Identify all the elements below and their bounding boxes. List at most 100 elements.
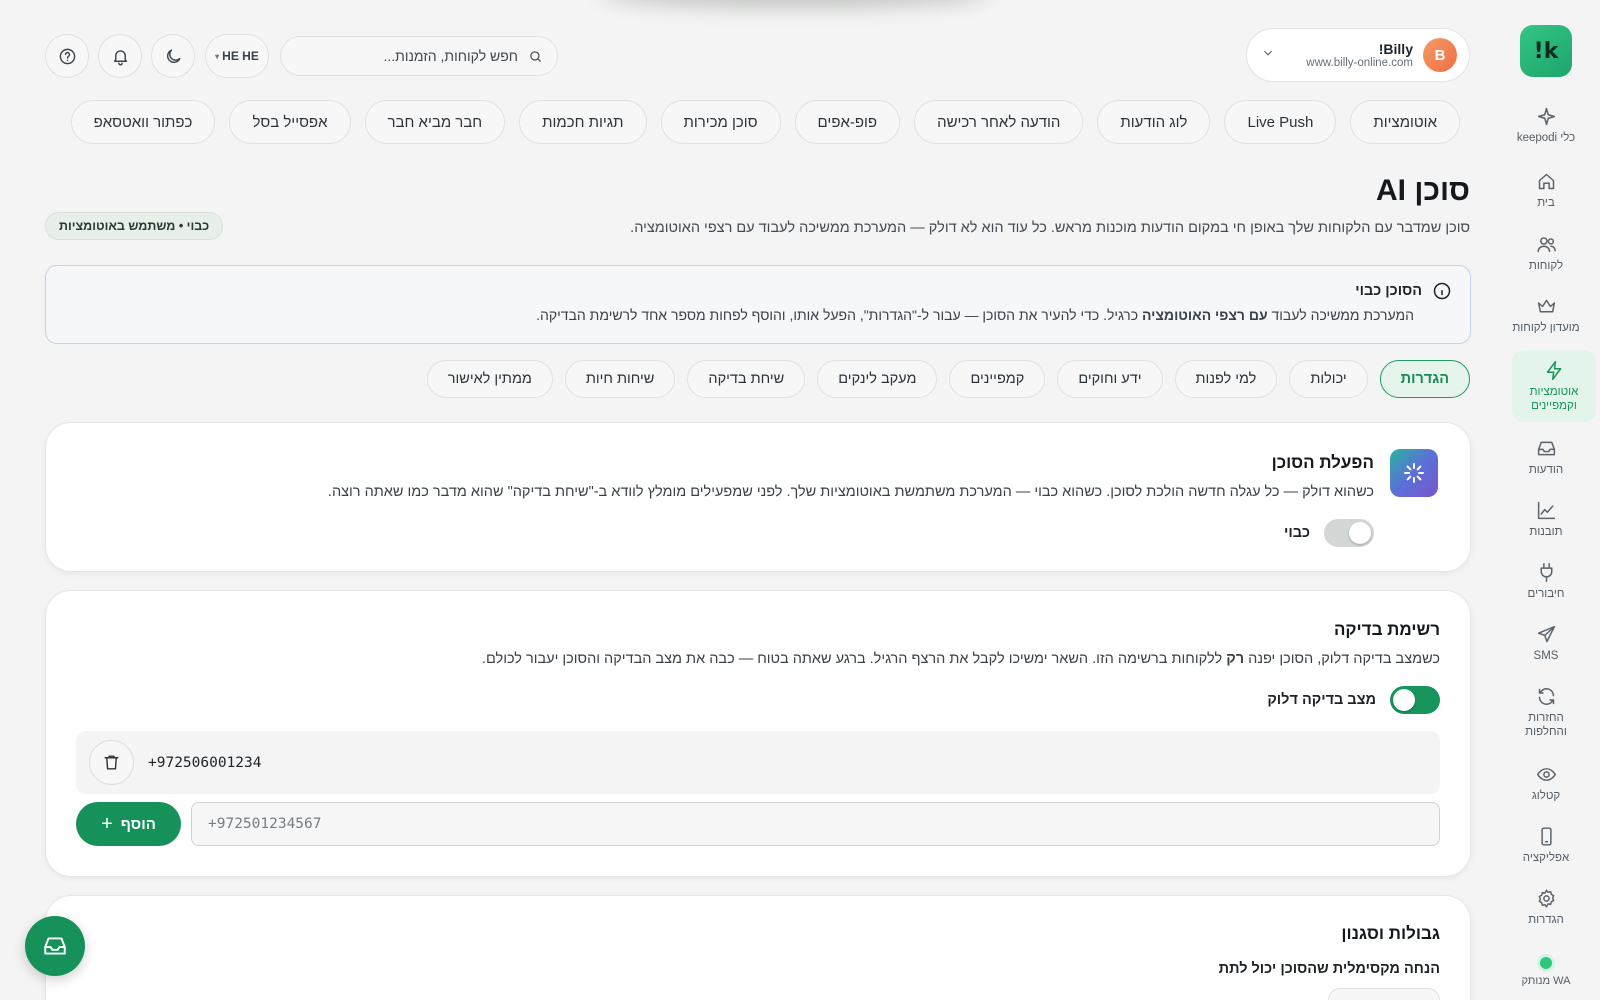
plug-icon <box>1540 563 1552 582</box>
send-icon <box>1537 625 1555 643</box>
tab-pending-approval[interactable]: ממתין לאישור <box>426 360 553 398</box>
sidebar-item-label: בית <box>1537 197 1555 209</box>
sidebar-item-label: כלי keepodi <box>1516 132 1576 144</box>
test-list-card: רשימת בדיקה כשמצב בדיקה דלוק, הסוכן יפנה… <box>45 590 1471 877</box>
sidebar-item-label: מועדון לקוחות <box>1512 322 1580 334</box>
language-label: HE HE <box>222 49 259 63</box>
help-button[interactable] <box>45 34 89 78</box>
tab-settings[interactable]: הגדרות <box>1379 360 1470 398</box>
theme-toggle-button[interactable] <box>151 34 195 78</box>
users-icon <box>1536 237 1556 253</box>
chip-cart-upsell[interactable]: אפסייל בסל <box>229 100 351 144</box>
sidebar-item-label: לקוחות <box>1528 260 1564 272</box>
sidebar-item-app[interactable]: אפליקציה <box>1504 826 1588 865</box>
sidebar-item-label: קטלוג <box>1531 790 1561 802</box>
gear-icon <box>1538 889 1554 908</box>
status-dot-icon <box>1540 957 1552 969</box>
sidebar-item-label: אוטומציות וקמפיינים <box>1529 386 1579 412</box>
agent-toggle[interactable] <box>1324 519 1374 547</box>
chip-whatsapp-button[interactable]: כפתור וואטסאפ <box>70 100 216 144</box>
delete-number-button[interactable] <box>89 740 134 785</box>
sidebar-item-catalog[interactable]: קטלוג <box>1504 764 1588 803</box>
sparkle-icon <box>1537 107 1555 126</box>
phone-icon <box>1540 827 1552 846</box>
sidebar-item-label: WA מנותק <box>1521 975 1571 987</box>
sidebar-item-returns[interactable]: החזרות והחלפות <box>1504 686 1588 739</box>
sidebar-item-label: החזרות והחלפות <box>1525 712 1567 738</box>
inbox-fab-button[interactable] <box>25 916 85 976</box>
max-discount-label: הנחה מקסימלית שהסוכן יכול לתת <box>1218 961 1440 977</box>
tab-knowledge[interactable]: ידע וחוקים <box>1057 360 1163 398</box>
sidebar-item-label: תובנות <box>1529 526 1563 538</box>
eye-icon <box>1536 768 1556 781</box>
sidebar-item-messages[interactable]: הודעות <box>1504 438 1588 477</box>
agent-sparkle-icon <box>1390 449 1438 497</box>
automation-subnav: אוטומציות Live Push לוג הודעות הודעה לאח… <box>70 100 1460 144</box>
sidebar-item-keepodi-tools[interactable]: כלי keepodi <box>1504 106 1588 145</box>
agent-tabs: הגדרות יכולות למי לפנות ידע וחוקים קמפיי… <box>426 360 1470 398</box>
sidebar-item-customers[interactable]: לקוחות <box>1504 234 1588 273</box>
test-number: +972506001234 <box>148 754 262 771</box>
sidebar-item-automations[interactable]: אוטומציות וקמפיינים <box>1512 350 1596 422</box>
sidebar-item-loyalty-club[interactable]: מועדון לקוחות <box>1504 296 1588 335</box>
chip-smart-tags[interactable]: תגיות חכמות <box>519 100 647 144</box>
bolt-icon <box>1546 361 1561 380</box>
help-icon <box>59 48 75 64</box>
status-badge: כבוי • משתמש באוטומציות <box>45 212 224 240</box>
limits-style-card: גבולות וסגנון הנחה מקסימלית שהסוכן יכול … <box>45 895 1471 1000</box>
agent-activation-card: הפעלת הסוכן כשהוא דולק — כל עגלה חדשה הו… <box>45 422 1471 572</box>
avatar: B <box>1423 38 1457 72</box>
test-mode-toggle[interactable] <box>1390 686 1440 714</box>
crown-icon <box>1537 299 1555 313</box>
brand-url: www.billy-online.com <box>1306 57 1413 69</box>
sidebar-item-home[interactable]: בית <box>1504 171 1588 210</box>
brand-name: Billy! <box>1378 41 1413 57</box>
tab-campaigns[interactable]: קמפיינים <box>949 360 1046 398</box>
add-button-label: הוסף <box>120 815 156 833</box>
chip-sales-agent[interactable]: סוכן מכירות <box>660 100 781 144</box>
sidebar: !k כלי keepodi בית לקוחות מועדון לקוחות … <box>1508 0 1600 1000</box>
chip-message-log[interactable]: לוג הודעות <box>1097 100 1211 144</box>
account-switcher[interactable]: B Billy! www.billy-online.com <box>1246 28 1470 82</box>
app-logo[interactable]: !k <box>1520 25 1572 77</box>
refresh-icon <box>1538 688 1554 705</box>
bell-icon <box>113 49 127 65</box>
chip-automations[interactable]: אוטומציות <box>1350 100 1460 144</box>
limits-title: גבולות וסגנון <box>1341 924 1440 943</box>
chip-post-purchase[interactable]: הודעה לאחר רכישה <box>914 100 1084 144</box>
language-selector[interactable]: ▾ HE HE <box>205 34 269 78</box>
notice-text: המערכת ממשיכה לעבוד עם רצפי האוטומציה כר… <box>536 307 1414 323</box>
activation-title: הפעלת הסוכן <box>1271 453 1374 472</box>
tab-link-tracking[interactable]: מעקב לינקים <box>817 360 938 398</box>
sidebar-item-label: הגדרות <box>1528 914 1564 926</box>
plus-icon: + <box>101 812 113 835</box>
chevron-down-icon <box>1261 46 1275 65</box>
sidebar-item-wa-status: WA מנותק <box>1504 957 1588 988</box>
chart-icon <box>1537 501 1555 520</box>
sidebar-item-settings[interactable]: הגדרות <box>1504 888 1588 927</box>
chip-referral[interactable]: חבר מביא חבר <box>364 100 506 144</box>
add-number-row: הוסף + <box>76 802 1440 848</box>
add-button[interactable]: הוסף + <box>76 802 181 846</box>
sidebar-item-insights[interactable]: תובנות <box>1504 500 1588 539</box>
tab-test-chat[interactable]: שיחת בדיקה <box>687 360 806 398</box>
search-input[interactable] <box>295 48 518 64</box>
chip-popups[interactable]: פופ-אפים <box>794 100 901 144</box>
chip-live-push[interactable]: Live Push <box>1224 100 1337 144</box>
moon-icon <box>166 48 181 63</box>
list-item: +972506001234 <box>76 731 1440 794</box>
test-list-title: רשימת בדיקה <box>1333 620 1440 639</box>
max-discount-input[interactable] <box>1328 988 1440 1000</box>
sidebar-item-integrations[interactable]: חיבורים <box>1504 562 1588 601</box>
agent-off-notice: הסוכן כבוי המערכת ממשיכה לעבוד עם רצפי ה… <box>45 265 1471 344</box>
inbox-icon <box>44 937 66 955</box>
test-list-desc: כשמצב בדיקה דלוק, הסוכן יפנה רק ללקוחות … <box>481 651 1440 667</box>
tab-targeting[interactable]: למי לפנות <box>1174 360 1278 398</box>
phone-number-input[interactable] <box>191 802 1440 846</box>
search-bar[interactable] <box>280 36 558 76</box>
test-mode-toggle-row: מצב בדיקה דלוק <box>1267 686 1440 714</box>
notifications-button[interactable] <box>98 34 142 78</box>
tab-live-chats[interactable]: שיחות חיות <box>564 360 676 398</box>
sidebar-item-sms[interactable]: SMS <box>1504 624 1588 663</box>
tab-capabilities[interactable]: יכולות <box>1289 360 1368 398</box>
